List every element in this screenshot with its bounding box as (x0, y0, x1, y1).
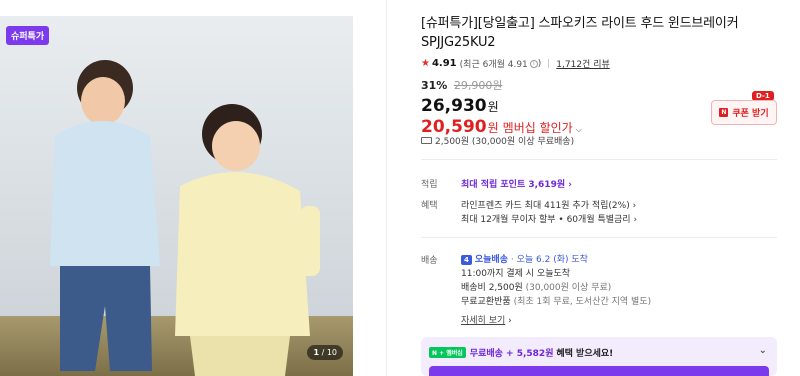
membership-cta: 혜택 받으세요! (556, 349, 614, 359)
coupon-label: 쿠폰 받기 (732, 109, 769, 119)
chevron-right-icon: › (568, 180, 572, 190)
naver-plus-logo: N + 멤버십 (429, 347, 466, 358)
points-text: 최대 적립 포인트 3,619원 (461, 180, 566, 190)
chevron-right-icon: › (632, 201, 637, 211)
membership-banner-text: N + 멤버십 무료배송 + 5,582원 혜택 받으세요! (429, 346, 613, 359)
shipping-summary-text: 2,500원 (30,000원 이상 무료배송) (435, 137, 575, 147)
benefit-line1: 라인프렌즈 카드 최대 411원 추가 적립(2%) (461, 201, 630, 211)
counter-total: / 10 (321, 348, 337, 357)
rating-recent: (최근 6개월 4.91 (459, 60, 528, 70)
benefit-card-link[interactable]: 라인프렌즈 카드 최대 411원 추가 적립(2%) › (461, 198, 636, 211)
counter-current: 1 (313, 348, 320, 357)
today-delivery-row: 4 오늘배송 · 오늘 6.2 (화) 도착 (461, 252, 588, 265)
benefit-line2: 최대 12개월 무이자 할부 • 60개월 특별금리 (461, 215, 631, 225)
sale-price-unit: 원 (487, 100, 499, 114)
super-deal-badge: 슈퍼특가 (6, 26, 50, 45)
benefit-installment-link[interactable]: 최대 12개월 무이자 할부 • 60개월 특별금리 › (461, 212, 637, 225)
delivery-cutoff: 11:00까지 결제 시 오늘도착 (461, 269, 571, 279)
return-note: (최초 1회 무료, 도서산간 지역 별도) (513, 297, 652, 307)
truck-icon (421, 137, 432, 144)
today-delivery-date: 오늘 6.2 (화) 도착 (516, 255, 588, 265)
points-label: 적립 (421, 180, 438, 190)
rating-row: ★ 4.91 (최근 6개월 4.91 i ) 1,712건 리뷰 (421, 57, 777, 70)
membership-highlight: 무료배송 + 5,582원 (469, 349, 554, 359)
today-delivery-icon: 4 (461, 255, 472, 265)
rating-recent-close: ) (537, 58, 542, 69)
delivery-fee-note: (30,000원 이상 무료) (525, 283, 612, 293)
membership-join-button[interactable] (429, 366, 769, 376)
today-delivery-label: 오늘배송 (474, 255, 508, 265)
original-price: 29,900원 (453, 79, 503, 92)
delivery-more-link[interactable]: 자세히 보기 › (461, 313, 512, 326)
benefit-label: 혜택 (421, 201, 438, 211)
chevron-right-icon: › (508, 316, 512, 326)
return-row: 무료교환반품 (최초 1회 무료, 도서산간 지역 별도) (461, 294, 651, 307)
discount-rate: 31% (421, 79, 448, 92)
info-icon[interactable]: i (529, 59, 538, 68)
delivery-fee: 배송비 2,500원 (461, 283, 523, 293)
rating-separator (548, 59, 550, 68)
points-link[interactable]: 최대 적립 포인트 3,619원 › (461, 177, 572, 190)
section-divider (421, 159, 777, 160)
section-divider (421, 237, 777, 238)
membership-banner[interactable]: N + 멤버십 무료배송 + 5,582원 혜택 받으세요! ⌄ (421, 337, 777, 376)
naver-icon: N (719, 108, 729, 117)
star-icon: ★ (421, 58, 430, 69)
product-image[interactable]: 슈퍼특가 1 / 10 (0, 16, 353, 376)
chevron-right-icon: › (633, 215, 638, 225)
product-title: [슈퍼특가][당일출고] 스파오키즈 라이트 후드 윈드브레이커 SPJJG25… (421, 14, 777, 52)
product-title-line2: SPJJG25KU2 (421, 35, 496, 50)
delivery-label: 배송 (421, 256, 438, 266)
return-policy: 무료교환반품 (461, 297, 511, 307)
delivery-fee-row: 배송비 2,500원 (30,000원 이상 무료) (461, 280, 611, 293)
chevron-down-icon: ⌵ (575, 125, 582, 134)
rating-value: 4.91 (431, 58, 457, 69)
image-counter: 1 / 10 (307, 345, 343, 360)
product-title-line1: [슈퍼특가][당일출고] 스파오키즈 라이트 후드 윈드브레이커 (421, 16, 739, 31)
shipping-summary: 2,500원 (30,000원 이상 무료배송) (421, 134, 574, 147)
chevron-down-icon[interactable]: ⌄ (759, 345, 767, 356)
sale-price: 26,930 (421, 96, 487, 116)
discount-row: 31% 29,900원 (421, 77, 777, 93)
coupon-button[interactable]: N 쿠폰 받기 (711, 100, 777, 125)
reviews-link[interactable]: 1,712건 리뷰 (556, 57, 609, 70)
product-photo (0, 16, 353, 376)
column-divider (386, 0, 387, 376)
delivery-more-text: 자세히 보기 (461, 316, 506, 326)
